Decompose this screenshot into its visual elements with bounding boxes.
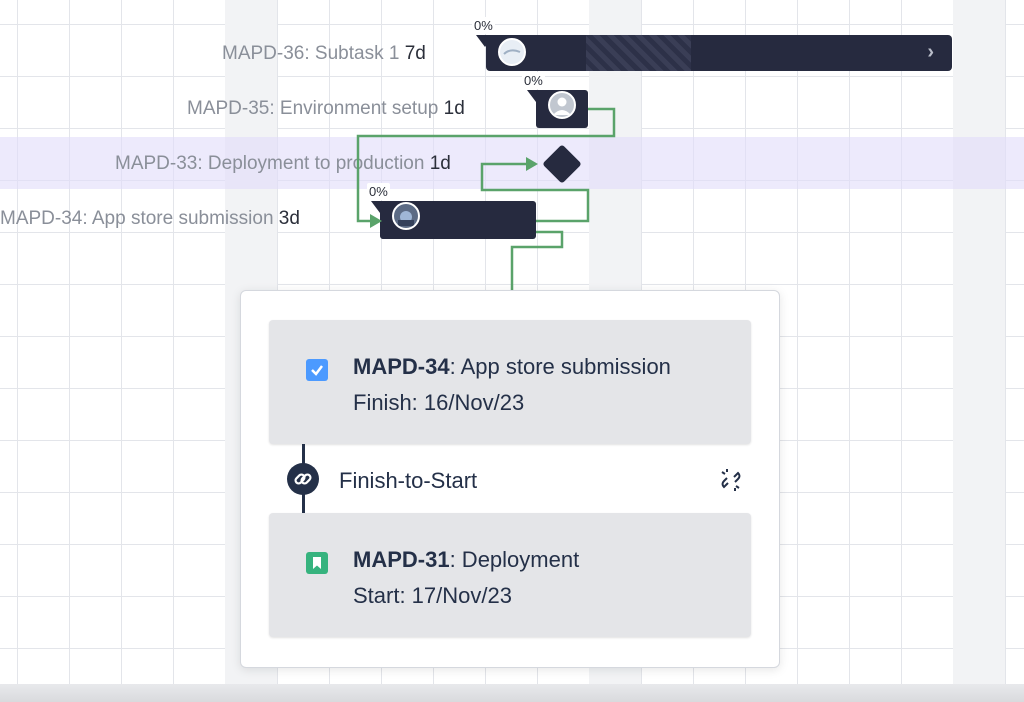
dependency-to-card[interactable]: MAPD-31: Deployment Start: 17/Nov/23 — [269, 513, 751, 637]
arrow-head — [370, 214, 382, 228]
unlink-icon[interactable] — [717, 466, 745, 494]
bookmark-story-icon — [306, 552, 328, 574]
from-issue-key[interactable]: MAPD-34 — [353, 354, 450, 379]
to-issue-date: Start: 17/Nov/23 — [353, 583, 512, 608]
dependency-popup: MAPD-34: App store submission Finish: 16… — [240, 290, 780, 668]
to-issue-key[interactable]: MAPD-31 — [353, 547, 450, 572]
arrow-head — [526, 157, 538, 171]
from-issue-title: MAPD-34: App store submission — [353, 354, 671, 379]
from-issue-date: Finish: 16/Nov/23 — [353, 390, 525, 415]
to-issue-title: MAPD-31: Deployment — [353, 547, 580, 572]
dependency-type-label: Finish-to-Start — [339, 468, 478, 493]
bottom-scroll-edge — [0, 684, 1024, 702]
dependency-line — [480, 162, 590, 223]
checkbox-task-icon — [306, 359, 328, 381]
link-icon — [287, 463, 319, 495]
dependency-line-selected — [510, 230, 564, 290]
dependency-from-card[interactable]: MAPD-34: App store submission Finish: 16… — [269, 320, 751, 444]
